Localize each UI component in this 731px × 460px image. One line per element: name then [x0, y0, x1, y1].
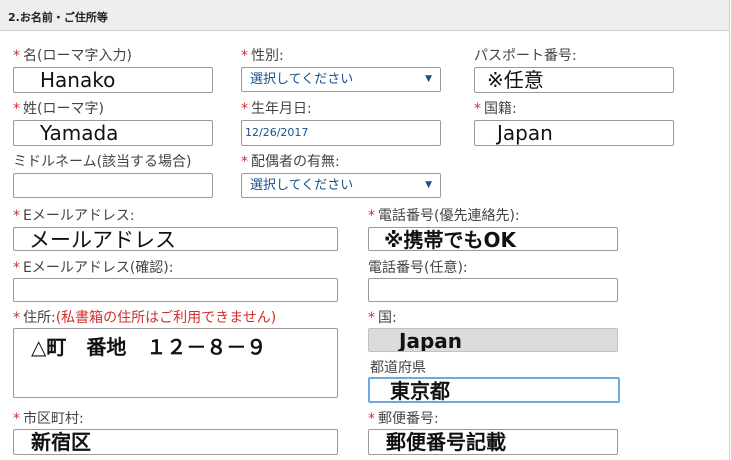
- address-note: (私書箱の住所はご利用できません): [55, 310, 277, 326]
- prefecture-input[interactable]: 東京都: [368, 377, 620, 403]
- birthdate-input[interactable]: 12/26/2017: [241, 120, 441, 146]
- email-label: * Eメールアドレス:: [13, 208, 135, 224]
- postal-input[interactable]: 郵便番号記載: [368, 429, 618, 455]
- nationality-label: * 国籍:: [474, 101, 517, 117]
- section-header: 2.お名前・ご住所等: [0, 0, 730, 31]
- dropdown-arrow-icon: ▼: [425, 180, 432, 190]
- phone-optional-input[interactable]: [368, 278, 618, 302]
- country-input: Japan: [368, 328, 618, 352]
- email-input[interactable]: メールアドレス: [13, 227, 338, 251]
- family-name-input[interactable]: Yamada: [13, 120, 213, 146]
- address-label: * 住所:(私書箱の住所はご利用できません): [13, 310, 277, 326]
- phone-label: * 電話番号(優先連絡先):: [368, 208, 520, 224]
- email-confirm-input[interactable]: [13, 278, 338, 302]
- city-input[interactable]: 新宿区: [13, 429, 338, 455]
- phone-optional-label: 電話番号(任意):: [368, 260, 468, 276]
- given-name-input[interactable]: Hanako: [13, 67, 213, 93]
- address-textarea[interactable]: △町 番地 １２－８－９: [13, 328, 338, 398]
- country-label: * 国:: [368, 310, 397, 326]
- gender-select[interactable]: 選択してください ▼: [241, 67, 441, 92]
- section-title: 2.お名前・ご住所等: [8, 11, 108, 24]
- given-name-label: * 名(ローマ字入力): [13, 48, 132, 64]
- spouse-label: * 配偶者の有無:: [241, 154, 340, 170]
- spouse-select[interactable]: 選択してください ▼: [241, 173, 441, 198]
- gender-label: * 性別:: [241, 48, 284, 64]
- prefecture-label: 都道府県: [370, 360, 426, 376]
- city-label: * 市区町村:: [13, 411, 84, 427]
- nationality-input[interactable]: Japan: [474, 120, 674, 146]
- passport-input[interactable]: ※任意: [474, 67, 674, 93]
- birthdate-label: * 生年月日:: [241, 101, 312, 117]
- passport-label: パスポート番号:: [474, 48, 577, 64]
- family-name-label: * 姓(ローマ字): [13, 101, 104, 117]
- postal-label: * 郵便番号:: [368, 411, 439, 427]
- middle-name-label: ミドルネーム(該当する場合): [13, 154, 192, 170]
- phone-input[interactable]: ※携帯でもOK: [368, 227, 618, 251]
- right-border: [729, 30, 730, 460]
- middle-name-input[interactable]: [13, 173, 213, 198]
- email-confirm-label: * Eメールアドレス(確認):: [13, 260, 174, 276]
- dropdown-arrow-icon: ▼: [425, 74, 432, 84]
